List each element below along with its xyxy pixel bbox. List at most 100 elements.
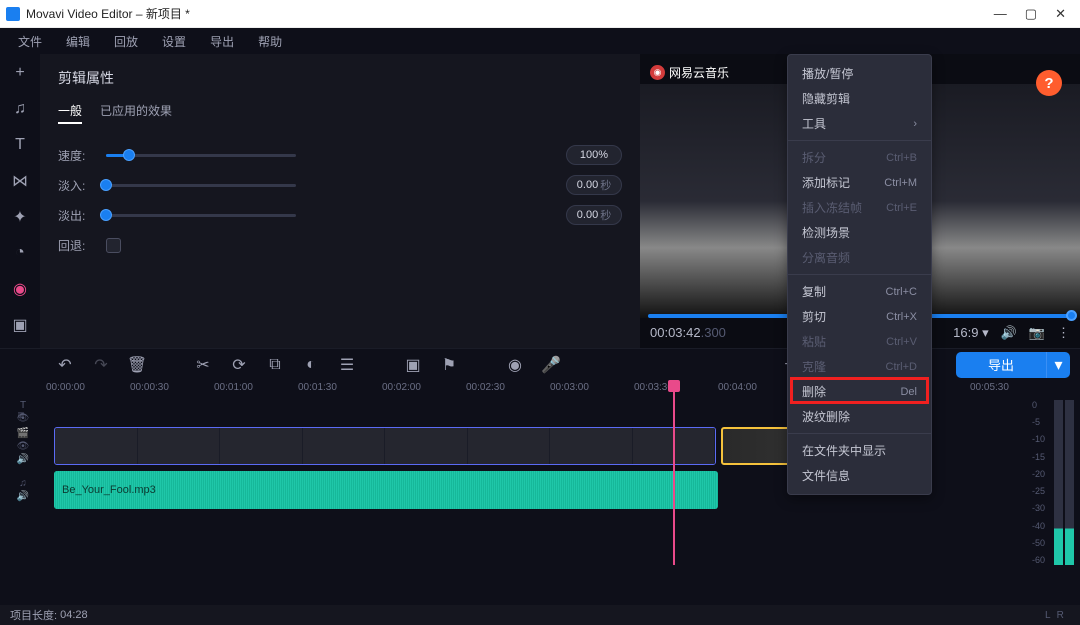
ruler-tick: 00:02:30 — [466, 382, 505, 393]
undo-icon[interactable]: ↶ — [56, 356, 74, 374]
menu-edit[interactable]: 编辑 — [58, 30, 98, 53]
menu-item-克隆: 克隆Ctrl+D — [788, 354, 931, 379]
netease-icon: ◉ — [650, 65, 665, 80]
context-menu: 播放/暂停隐藏剪辑工具› 拆分Ctrl+B添加标记Ctrl+M插入冻结帧Ctrl+… — [787, 54, 932, 495]
meter-right — [1065, 400, 1074, 565]
audio-track-head[interactable]: ♫🔊 — [0, 478, 46, 502]
fadein-label: 淡入: — [58, 177, 106, 194]
title-track-head[interactable]: T👁 — [0, 400, 46, 424]
redo-icon[interactable]: ↷ — [92, 356, 110, 374]
title-icon[interactable]: T — [11, 136, 29, 154]
aspect-ratio-button[interactable]: 16:9 ▾ — [953, 325, 988, 341]
adjust-icon[interactable]: ☰ — [338, 356, 356, 374]
more-icon[interactable]: ▣ — [11, 316, 29, 334]
ruler-tick: 00:00:30 — [130, 382, 169, 393]
properties-panel: 剪辑属性 一般 已应用的效果 速度: 100% 淡入: 0.00秒 淡出: 0.… — [40, 54, 640, 348]
crop-icon[interactable]: ⧉ — [266, 356, 284, 374]
loop-checkbox[interactable] — [106, 238, 121, 253]
menu-playback[interactable]: 回放 — [106, 30, 146, 53]
color-icon[interactable]: ◐ — [302, 356, 320, 374]
video-clip-main[interactable] — [54, 427, 716, 465]
status-bar: 项目长度: 04:28 L R — [0, 605, 1080, 625]
maximize-button[interactable]: ▢ — [1025, 6, 1037, 22]
record-voice-icon[interactable]: ◉ — [506, 356, 524, 374]
panel-title: 剪辑属性 — [58, 68, 622, 88]
export-button[interactable]: 导出 — [956, 352, 1046, 378]
marker-icon[interactable]: ⚑ — [440, 356, 458, 374]
meter-left — [1054, 400, 1063, 565]
menu-item-复制[interactable]: 复制Ctrl+C — [788, 279, 931, 304]
audio-icon[interactable]: ♫ — [11, 100, 29, 118]
ruler-tick: 00:01:00 — [214, 382, 253, 393]
video-track-head[interactable]: 🎬👁🔊 — [0, 428, 46, 465]
ruler-tick: 00:05:30 — [970, 382, 1009, 393]
close-button[interactable]: ✕ — [1055, 6, 1066, 22]
tab-applied-effects[interactable]: 已应用的效果 — [100, 102, 172, 124]
split-icon[interactable]: ✂ — [194, 356, 212, 374]
fadein-slider[interactable] — [106, 184, 296, 187]
speed-icon[interactable]: ◔ — [11, 244, 29, 262]
watermark-text: 网易云音乐 — [669, 64, 729, 81]
menu-settings[interactable]: 设置 — [154, 30, 194, 53]
menu-item-添加标记[interactable]: 添加标记Ctrl+M — [788, 170, 931, 195]
menu-item-播放/暂停[interactable]: 播放/暂停 — [788, 61, 931, 86]
titlebar: Movavi Video Editor – 新项目 * ― ▢ ✕ — [0, 0, 1080, 28]
tab-general[interactable]: 一般 — [58, 102, 82, 124]
ruler-tick: 00:02:00 — [382, 382, 421, 393]
minimize-button[interactable]: ― — [994, 6, 1007, 22]
ruler-tick: 00:00:00 — [46, 382, 85, 393]
fadeout-value[interactable]: 0.00秒 — [566, 205, 622, 225]
menu-file[interactable]: 文件 — [10, 30, 50, 53]
menu-item-删除[interactable]: 删除Del — [788, 379, 931, 404]
fadeout-label: 淡出: — [58, 207, 106, 224]
export-dropdown-icon[interactable]: ▾ — [1046, 352, 1070, 378]
menu-item-粘贴: 粘贴Ctrl+V — [788, 329, 931, 354]
rotate-icon[interactable]: ⟳ — [230, 356, 248, 374]
ruler-tick: 00:04:00 — [718, 382, 757, 393]
meter-l-label: L — [1045, 610, 1051, 621]
level-meter: 0-5-10-15-20-25-30-40-50-60 — [1032, 400, 1076, 565]
playhead[interactable] — [673, 380, 675, 565]
mic-icon[interactable]: 🎤 — [542, 356, 560, 374]
pip-icon[interactable]: ▣ — [404, 356, 422, 374]
menu-item-拆分: 拆分Ctrl+B — [788, 145, 931, 170]
fadeout-slider[interactable] — [106, 214, 296, 217]
preview-panel: ? ◉ 网易云音乐 00:03:42.300 16:9 ▾ 🔊 📷 ⋮ 播放/暂… — [640, 54, 1080, 348]
menu-item-工具[interactable]: 工具› — [788, 111, 931, 136]
speed-value[interactable]: 100% — [566, 145, 622, 165]
timecode: 00:03:42.300 — [650, 325, 726, 341]
menu-item-隐藏剪辑[interactable]: 隐藏剪辑 — [788, 86, 931, 111]
audio-clip[interactable]: Be_Your_Fool.mp3 — [54, 471, 718, 509]
record-icon[interactable]: ◉ — [11, 280, 29, 298]
ruler-tick: 00:03:00 — [550, 382, 589, 393]
project-length-label: 项目长度: — [10, 607, 57, 623]
speed-slider[interactable] — [106, 154, 296, 157]
menu-export[interactable]: 导出 — [202, 30, 242, 53]
transition-icon[interactable]: ⋈ — [11, 172, 29, 190]
delete-icon[interactable]: 🗑 — [128, 356, 146, 374]
menubar: 文件 编辑 回放 设置 导出 帮助 — [0, 28, 1080, 54]
watermark: ◉ 网易云音乐 — [650, 64, 729, 81]
menu-help[interactable]: 帮助 — [250, 30, 290, 53]
help-button[interactable]: ? — [1036, 70, 1062, 96]
effects-icon[interactable]: ✦ — [11, 208, 29, 226]
loop-label: 回退: — [58, 237, 106, 254]
app-logo-icon — [6, 7, 20, 21]
ruler-tick: 00:01:30 — [298, 382, 337, 393]
volume-icon[interactable]: 🔊 — [1001, 325, 1017, 341]
menu-item-文件信息[interactable]: 文件信息 — [788, 463, 931, 488]
menu-item-分离音频: 分离音频 — [788, 245, 931, 270]
meter-r-label: R — [1057, 610, 1064, 621]
window-title: Movavi Video Editor – 新项目 * — [26, 5, 994, 22]
project-length-value: 04:28 — [60, 609, 88, 621]
speed-label: 速度: — [58, 147, 106, 164]
add-media-icon[interactable]: + — [11, 64, 29, 82]
menu-item-波纹删除[interactable]: 波纹删除 — [788, 404, 931, 429]
fadein-value[interactable]: 0.00秒 — [566, 175, 622, 195]
menu-item-剪切[interactable]: 剪切Ctrl+X — [788, 304, 931, 329]
menu-item-在文件夹中显示[interactable]: 在文件夹中显示 — [788, 438, 931, 463]
menu-item-检测场景[interactable]: 检测场景 — [788, 220, 931, 245]
more-options-icon[interactable]: ⋮ — [1057, 325, 1070, 341]
menu-item-插入冻结帧: 插入冻结帧Ctrl+E — [788, 195, 931, 220]
snapshot-icon[interactable]: 📷 — [1029, 325, 1045, 341]
